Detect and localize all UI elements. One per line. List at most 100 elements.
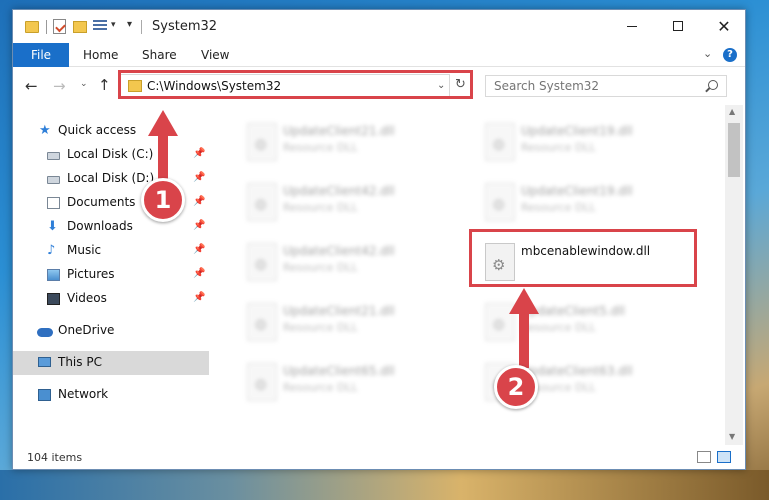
details-view-icon[interactable]: [697, 451, 711, 463]
sidebar-item-pictures[interactable]: Pictures 📌: [13, 263, 209, 287]
arrow-up-icon: [509, 288, 539, 314]
properties-icon[interactable]: [53, 19, 66, 34]
arrow-up-icon: [148, 110, 178, 136]
step-badge-1: 1: [141, 178, 185, 222]
folder-icon: [25, 21, 39, 33]
tab-home[interactable]: Home: [83, 43, 118, 67]
scroll-down-icon[interactable]: ▼: [729, 432, 735, 441]
pin-icon[interactable]: 📌: [193, 268, 205, 279]
sidebar-item-music[interactable]: ♪ Music 📌: [13, 239, 209, 263]
arrow-shaft: [158, 134, 168, 180]
file-item[interactable]: UpdateClient19.dll Resource DLL: [475, 119, 705, 175]
ribbon-tabs: File Home Share View ⌄ ?: [13, 43, 745, 67]
dll-file-icon: [247, 123, 277, 161]
file-item[interactable]: UpdateClient42.dll Resource DLL: [237, 179, 467, 235]
sidebar-item-local-disk-c[interactable]: Local Disk (C:) 📌: [13, 143, 209, 167]
address-bar[interactable]: C:\Windows\System32 ⌄: [120, 74, 450, 98]
up-arrow-icon[interactable]: ↑: [98, 76, 111, 94]
dll-file-icon: [247, 303, 277, 341]
dll-file-icon: [485, 123, 515, 161]
download-icon: ⬇: [47, 219, 58, 234]
dll-file-icon: [485, 243, 515, 281]
status-bar: 104 items: [13, 445, 745, 469]
sidebar-item-label: Local Disk (C:): [67, 147, 154, 161]
sidebar-item-label: Music: [67, 243, 102, 257]
drive-icon: [47, 152, 60, 160]
videos-icon: [47, 293, 60, 305]
minimize-button[interactable]: [609, 10, 655, 43]
navigation-bar: ← → ⌄ ↑ C:\Windows\System32 ⌄ ↻: [13, 67, 745, 105]
sidebar-item-this-pc[interactable]: This PC: [13, 351, 209, 375]
large-icons-view-icon[interactable]: [717, 451, 731, 463]
file-name: UpdateClient63.dll: [521, 364, 633, 378]
documents-icon: [47, 197, 60, 209]
sidebar-item-quick-access[interactable]: ★ Quick access: [13, 119, 209, 143]
file-item[interactable]: UpdateClient21.dll Resource DLL: [237, 119, 467, 175]
close-button[interactable]: ✕: [701, 10, 745, 43]
search-icon[interactable]: [708, 80, 718, 90]
sidebar-item-network[interactable]: Network: [13, 383, 209, 407]
file-item-mbcenablewindow[interactable]: mbcenablewindow.dll: [475, 239, 705, 295]
file-type: Resource DLL: [521, 321, 596, 334]
pin-icon[interactable]: 📌: [193, 292, 205, 303]
tab-view[interactable]: View: [201, 43, 229, 67]
address-path[interactable]: C:\Windows\System32: [147, 79, 281, 93]
sidebar-item-label: Local Disk (D:): [67, 171, 155, 185]
tab-file[interactable]: File: [13, 43, 69, 67]
address-dropdown-icon[interactable]: ⌄: [437, 80, 445, 91]
music-icon: ♪: [47, 243, 56, 258]
desktop-wallpaper: [0, 470, 769, 500]
dll-file-icon: [247, 363, 277, 401]
file-item[interactable]: UpdateClient19.dll Resource DLL: [475, 179, 705, 235]
view-dropdown-icon[interactable]: ▾: [111, 20, 116, 36]
sidebar-item-videos[interactable]: Videos 📌: [13, 287, 209, 311]
maximize-button[interactable]: [655, 10, 701, 43]
back-arrow-icon[interactable]: ←: [25, 77, 38, 95]
sidebar-item-label: Pictures: [67, 267, 115, 281]
forward-arrow-icon[interactable]: →: [53, 77, 66, 95]
recent-locations-icon[interactable]: ⌄: [80, 79, 88, 89]
pin-icon[interactable]: 📌: [193, 244, 205, 255]
file-name: UpdateClient42.dll: [283, 244, 395, 258]
pin-icon[interactable]: 📌: [193, 220, 205, 231]
new-folder-icon[interactable]: [73, 21, 87, 33]
scroll-thumb[interactable]: [728, 123, 740, 177]
sidebar-item-label: Downloads: [67, 219, 133, 233]
scroll-up-icon[interactable]: ▲: [729, 107, 735, 116]
dll-file-icon: [247, 183, 277, 221]
file-item[interactable]: UpdateClient42.dll Resource DLL: [237, 239, 467, 295]
expand-ribbon-icon[interactable]: ⌄: [703, 47, 712, 60]
dll-file-icon: [485, 183, 515, 221]
file-type: Resource DLL: [283, 321, 358, 334]
drive-icon: [47, 176, 60, 184]
file-item[interactable]: UpdateClient65.dll Resource DLL: [237, 359, 467, 415]
title-bar: ▾ ▾ System32 ✕: [13, 10, 745, 43]
item-count: 104 items: [27, 451, 83, 464]
pin-icon[interactable]: 📌: [193, 196, 205, 207]
sidebar-item-onedrive[interactable]: OneDrive: [13, 319, 209, 343]
customize-toolbar-icon[interactable]: ▾: [127, 19, 132, 35]
search-box[interactable]: [485, 75, 727, 97]
quick-access-separator: [46, 20, 47, 34]
file-name: UpdateClient42.dll: [283, 184, 395, 198]
pin-icon[interactable]: 📌: [193, 172, 205, 183]
pictures-icon: [47, 269, 60, 281]
sidebar-item-label: This PC: [58, 355, 102, 369]
pin-icon[interactable]: 📌: [193, 148, 205, 159]
vertical-scrollbar[interactable]: ▲ ▼: [725, 105, 743, 445]
view-options-icon[interactable]: [93, 20, 107, 33]
sidebar-item-label: Videos: [67, 291, 107, 305]
search-input[interactable]: [494, 79, 704, 93]
file-item[interactable]: UpdateClient21.dll Resource DLL: [237, 299, 467, 355]
step-badge-2: 2: [494, 365, 538, 409]
network-icon: [38, 389, 51, 401]
file-name: mbcenablewindow.dll: [521, 244, 651, 258]
tab-share[interactable]: Share: [142, 43, 177, 67]
sidebar-item-downloads[interactable]: ⬇ Downloads 📌: [13, 215, 209, 239]
file-type: Resource DLL: [283, 381, 358, 394]
file-type: Resource DLL: [283, 201, 358, 214]
folder-icon: [128, 80, 142, 92]
file-type: Resource DLL: [283, 261, 358, 274]
help-icon[interactable]: ?: [723, 48, 737, 62]
refresh-icon[interactable]: ↻: [455, 77, 466, 92]
